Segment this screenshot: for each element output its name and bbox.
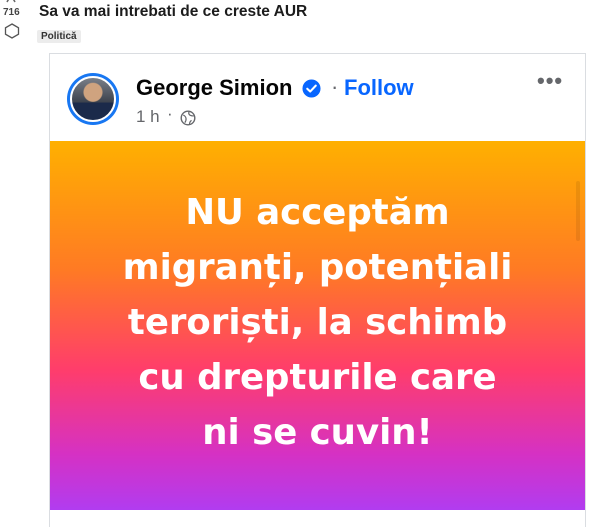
post-title[interactable]: Sa va mai intrebati de ce creste AUR [39,3,307,21]
post-flair[interactable]: Politică [37,30,81,43]
author-separator: · [331,74,339,99]
more-options-icon[interactable]: ••• [537,68,563,94]
post-text-banner: NU acceptăm migranți, potențiali teroriș… [50,141,585,510]
facebook-embed-card: George Simion · Follow ••• 1 h · NU acce… [49,53,586,527]
banner-text: NU acceptăm migranți, potențiali teroriș… [103,185,533,460]
follow-button[interactable]: Follow [344,75,414,101]
globe-icon [180,110,196,126]
author-name[interactable]: George Simion [136,75,292,101]
verified-badge-icon [302,79,321,98]
downvote-icon[interactable] [4,23,20,39]
upvote-icon[interactable] [6,0,16,4]
banner-line: cu drepturile care [138,357,497,398]
meta-separator: · [167,104,173,123]
post-timestamp[interactable]: 1 h [136,107,160,127]
vote-score: 716 [3,7,20,18]
avatar-image [70,76,116,122]
avatar[interactable] [67,73,119,125]
scrollbar[interactable] [576,181,580,241]
banner-line: ni se cuvin! [202,412,433,453]
banner-line: migranți, potențiali [122,247,513,288]
banner-line: NU acceptăm [185,192,450,233]
banner-line: teroriști, la schimb [127,302,508,343]
